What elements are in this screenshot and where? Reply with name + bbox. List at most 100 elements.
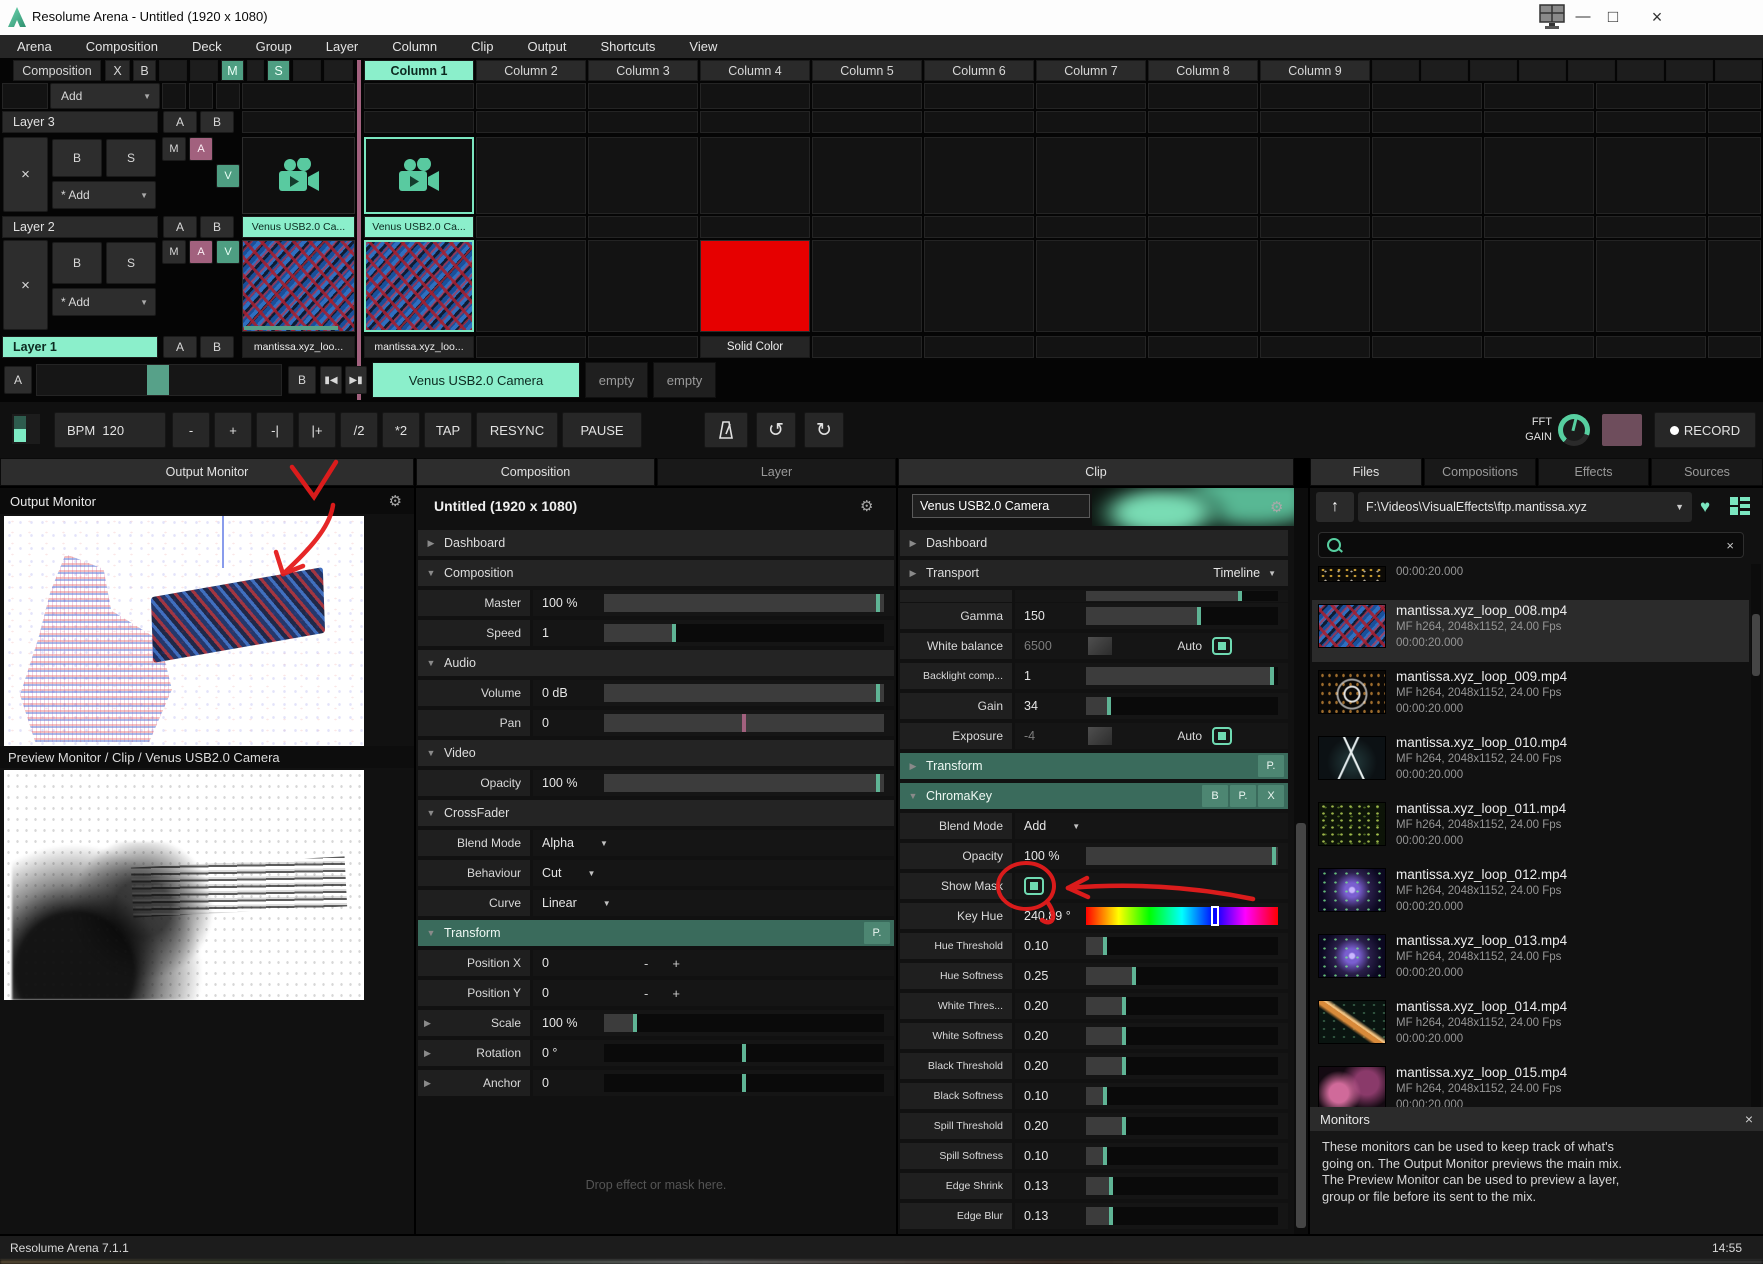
param-value[interactable]: 0 dB bbox=[533, 686, 604, 700]
transport-button-[interactable]: + bbox=[214, 412, 252, 448]
param-slider[interactable] bbox=[604, 1074, 884, 1092]
param-value[interactable]: 0.25 bbox=[1015, 969, 1086, 983]
tab-layer[interactable]: Layer bbox=[657, 458, 896, 486]
transport-mode-dropdown[interactable]: Timeline▼ bbox=[1213, 566, 1276, 580]
param-slider[interactable] bbox=[604, 594, 884, 612]
clip-cell[interactable] bbox=[476, 83, 586, 109]
param-value[interactable]: 0.13 bbox=[1015, 1209, 1086, 1223]
clip-cell[interactable] bbox=[924, 83, 1034, 109]
param-slider[interactable] bbox=[1086, 1207, 1278, 1225]
clip-cell[interactable] bbox=[1372, 137, 1482, 214]
param-value[interactable]: -4 bbox=[1015, 729, 1086, 743]
slider-marker[interactable] bbox=[742, 1044, 746, 1062]
menu-item-view[interactable]: View bbox=[672, 35, 734, 58]
clip-cell[interactable] bbox=[924, 137, 1034, 214]
clip-cell[interactable] bbox=[1372, 336, 1482, 358]
clip-cell[interactable] bbox=[1708, 336, 1761, 358]
clip-cell[interactable] bbox=[1036, 83, 1146, 109]
param-slider[interactable] bbox=[604, 624, 884, 642]
slider-marker[interactable] bbox=[876, 594, 880, 612]
layer2-a-button[interactable]: A bbox=[189, 137, 213, 161]
dropdown-blend-mode[interactable]: Add▼ bbox=[1015, 819, 1080, 833]
clip-cell[interactable] bbox=[1484, 137, 1594, 214]
layer1-b-col-button[interactable]: B bbox=[200, 336, 234, 358]
column-header-6[interactable]: Column 6 bbox=[924, 60, 1034, 81]
param-value[interactable]: 0 bbox=[533, 716, 604, 730]
layer2-bypass-button[interactable]: B bbox=[52, 139, 102, 177]
clip-cell[interactable] bbox=[1036, 111, 1146, 133]
slider-marker[interactable] bbox=[1122, 997, 1126, 1015]
section-dashboard[interactable]: ▶Dashboard bbox=[418, 530, 894, 556]
param-slider[interactable] bbox=[604, 714, 884, 732]
column-header-8[interactable]: Column 8 bbox=[1148, 60, 1258, 81]
clip-cell[interactable] bbox=[588, 240, 698, 332]
param-slider[interactable] bbox=[1086, 697, 1278, 715]
param-value[interactable]: 0.20 bbox=[1015, 1119, 1086, 1133]
file-list-scrollbar[interactable] bbox=[1751, 564, 1761, 1107]
clip-cell[interactable] bbox=[1036, 336, 1146, 358]
clip-cell[interactable] bbox=[1484, 111, 1594, 133]
param-slider[interactable] bbox=[1086, 847, 1278, 865]
param-value[interactable]: 100 % bbox=[533, 776, 604, 790]
clip-cell[interactable] bbox=[1708, 83, 1761, 109]
active-clip-layer3[interactable]: empty bbox=[653, 362, 716, 398]
favorite-heart-icon[interactable]: ♥ bbox=[1700, 497, 1710, 517]
metronome-button[interactable] bbox=[704, 412, 748, 448]
section-video[interactable]: ▼Video bbox=[418, 740, 894, 766]
clip-cell[interactable] bbox=[242, 83, 355, 109]
file-item[interactable]: mantissa.xyz_loop_014.mp4MF h264, 2048x1… bbox=[1312, 996, 1749, 1058]
clip-panel-scrollbar[interactable] bbox=[1294, 488, 1308, 1234]
composition-b-button[interactable]: B bbox=[133, 60, 156, 81]
param-slider[interactable] bbox=[604, 1014, 884, 1032]
layer1-label-selected[interactable]: Layer 1 bbox=[2, 336, 158, 358]
section-button-p[interactable]: P. bbox=[1230, 785, 1256, 807]
param-value[interactable]: 100 % bbox=[533, 1016, 604, 1030]
clip-cell[interactable] bbox=[1708, 240, 1761, 332]
clip-cell[interactable] bbox=[1484, 216, 1594, 238]
slider-marker[interactable] bbox=[1103, 1087, 1107, 1105]
section-chromakey[interactable]: ▼ChromaKeyBP.X bbox=[900, 783, 1288, 809]
slider-marker[interactable] bbox=[1197, 607, 1201, 625]
clip-cell[interactable] bbox=[812, 240, 922, 332]
clip-cell[interactable] bbox=[700, 216, 810, 238]
dropdown-behaviour[interactable]: Cut▼ bbox=[533, 866, 595, 880]
clip-cell[interactable] bbox=[1036, 216, 1146, 238]
decrement-button[interactable]: - bbox=[632, 986, 660, 1001]
clip-cell[interactable] bbox=[1372, 111, 1482, 133]
prev-column-icon[interactable]: ▮◀ bbox=[320, 366, 342, 394]
slider-marker[interactable] bbox=[876, 774, 880, 792]
transport-button-[interactable]: - bbox=[172, 412, 210, 448]
file-item[interactable]: mantissa.xyz_loop_010.mp4MF h264, 2048x1… bbox=[1312, 732, 1749, 794]
slider-marker[interactable] bbox=[1122, 1057, 1126, 1075]
section-button-b[interactable]: B bbox=[1202, 785, 1228, 807]
maximize-button[interactable]: □ bbox=[1598, 6, 1628, 28]
clip-cell[interactable] bbox=[1596, 83, 1706, 109]
clip-cell[interactable] bbox=[1148, 216, 1258, 238]
menu-item-arena[interactable]: Arena bbox=[0, 35, 69, 58]
transport-button-[interactable]: -| bbox=[256, 412, 294, 448]
section-composition[interactable]: ▼Composition bbox=[418, 560, 894, 586]
file-item[interactable]: mantissa.xyz_loop_011.mp4MF h264, 2048x1… bbox=[1312, 798, 1749, 860]
clip-cell[interactable] bbox=[700, 111, 810, 133]
clip-mantissa-2-label[interactable]: mantissa.xyz_loo... bbox=[364, 336, 474, 358]
clip-cell[interactable] bbox=[476, 240, 586, 332]
clip-solid-color-label[interactable]: Solid Color bbox=[700, 336, 810, 358]
param-value[interactable]: 0.20 bbox=[1015, 999, 1086, 1013]
clip-cell[interactable] bbox=[1036, 137, 1146, 214]
clip-cell[interactable] bbox=[588, 336, 698, 358]
undo-button[interactable]: ↺ bbox=[756, 412, 796, 448]
layer2-m-button[interactable]: M bbox=[162, 137, 186, 161]
layer2-a-col-button[interactable]: A bbox=[163, 216, 197, 238]
clip-cell[interactable] bbox=[1260, 111, 1370, 133]
param-slider[interactable] bbox=[1086, 667, 1278, 685]
section-crossfader[interactable]: ▼CrossFader bbox=[418, 800, 894, 826]
dropdown-curve[interactable]: Linear▼ bbox=[533, 896, 611, 910]
param-value[interactable]: 1 bbox=[1015, 669, 1086, 683]
param-value[interactable]: 0.10 bbox=[1015, 1149, 1086, 1163]
layer1-a-col-button[interactable]: A bbox=[163, 336, 197, 358]
clip-cell[interactable] bbox=[812, 216, 922, 238]
file-item[interactable]: mantissa.xyz_loop_009.mp4MF h264, 2048x1… bbox=[1312, 666, 1749, 728]
next-column-icon[interactable]: ▶▮ bbox=[345, 366, 367, 394]
clip-cell[interactable] bbox=[588, 216, 698, 238]
layer1-solo-button[interactable]: S bbox=[106, 242, 156, 284]
